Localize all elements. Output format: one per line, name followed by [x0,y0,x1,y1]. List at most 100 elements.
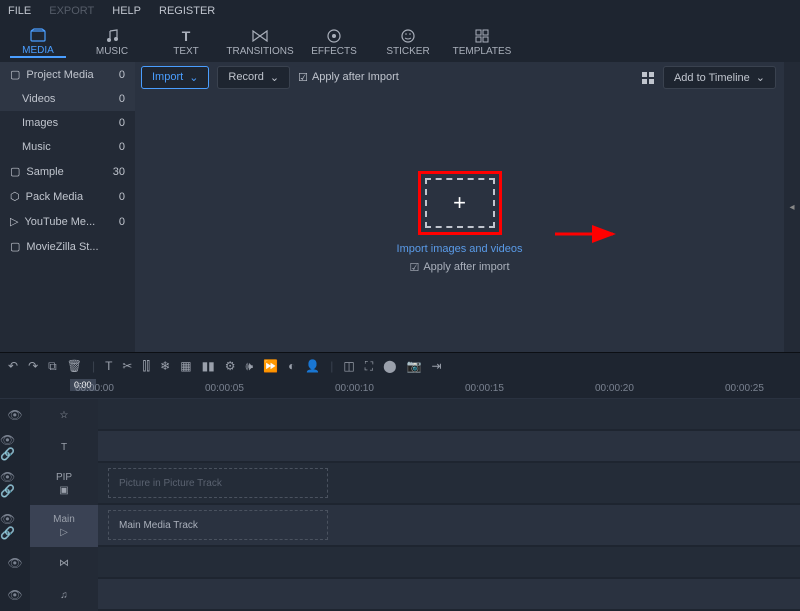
sidebar-item-moviezilla[interactable]: ▢MovieZilla St... [0,234,135,259]
track-labels-col: ☆ T PIP▣ Main▷ ⋈ ♫ [30,399,98,611]
volume-icon[interactable]: 🕪 [246,359,254,374]
menu-help[interactable]: HELP [112,5,141,17]
grid-view-icon[interactable] [641,71,655,85]
tab-text[interactable]: T TEXT [158,28,214,57]
sidebar-item-music[interactable]: Music 0 [0,135,135,159]
track-row-audio[interactable] [98,579,800,611]
pip-track-placeholder[interactable]: Picture in Picture Track [108,468,328,498]
track-label-audio[interactable]: ♫ [30,579,98,611]
folder-icon: ▢ [10,240,20,253]
text-icon: T [182,28,191,44]
track-label-text[interactable]: T [30,431,98,463]
track-link[interactable]: 👁 🔗 [0,505,30,547]
tab-label: EFFECTS [311,46,357,57]
track-row-main[interactable]: Main Media Track [98,505,800,547]
tab-label: TRANSITIONS [226,46,293,57]
effects-icon [327,28,341,44]
track-row-transition[interactable] [98,547,800,579]
tab-label: MUSIC [96,46,128,57]
zoom-icon[interactable]: ⛶ [365,359,373,374]
chevron-down-icon: ⌄ [189,71,198,84]
sidebar-item-pack-media[interactable]: ⬡Pack Media 0 [0,184,135,209]
apply-after-import-label[interactable]: ☑ Apply after import [409,261,509,274]
track-label-main[interactable]: Main▷ [30,505,98,547]
record-button[interactable]: Record⌄ [217,66,290,89]
camera-icon[interactable]: 📷 [407,359,422,373]
freeze-icon[interactable]: ❄ [160,359,170,373]
import-link[interactable]: Import images and videos [397,243,523,255]
speed-icon[interactable]: ⏩ [263,359,278,373]
main-track-placeholder[interactable]: Main Media Track [108,510,328,540]
tab-sticker[interactable]: STICKER [380,28,436,57]
color-icon[interactable]: ◐ [288,359,295,373]
tab-label: MEDIA [22,45,54,56]
chevron-down-icon: ⌄ [756,71,765,84]
import-add-button[interactable]: + [425,178,495,228]
person-icon[interactable]: 👤 [305,359,320,373]
track-eye[interactable]: 👁 [0,547,30,579]
sidebar-item-sample[interactable]: ▢Sample 30 [0,159,135,184]
tab-templates[interactable]: TEMPLATES [454,28,510,57]
timeline-ruler[interactable]: 0:00 00:00:00 00:00:05 00:00:10 00:00:15… [0,379,800,399]
mosaic-icon[interactable]: ▦ [180,359,191,373]
apply-after-import-toggle[interactable]: ☑ Apply after Import [298,71,399,84]
export-icon[interactable]: ⇥ [432,359,442,373]
folder-icon: ▢ [10,68,20,81]
menu-file[interactable]: FILE [8,5,31,17]
panel-collapse-handle[interactable]: ◂ [784,62,800,352]
sidebar-item-project-media[interactable]: ▢Project Media 0 [0,62,135,87]
import-button[interactable]: Import⌄ [141,66,209,89]
main-row: ▢Project Media 0 Videos 0 Images 0 Music… [0,62,800,352]
sidebar-item-videos[interactable]: Videos 0 [0,87,135,111]
track-label-star[interactable]: ☆ [30,399,98,431]
track-eye[interactable]: 👁 [0,579,30,611]
tab-music[interactable]: MUSIC [84,28,140,57]
redo-icon[interactable]: ↷ [28,359,38,373]
pip-icon: ▣ [59,485,68,496]
sticker-icon [401,28,415,44]
split-icon[interactable]: ⫿⫿ [142,359,150,374]
track-row-text[interactable] [98,431,800,463]
ruler-tick: 00:00:25 [725,383,764,394]
arrow-annotation [555,222,625,246]
track-visibility-col: 👁 👁 🔗 👁 🔗 👁 🔗 👁 👁 [0,399,30,611]
tab-bar: MEDIA MUSIC T TEXT TRANSITIONS EFFECTS S… [0,22,800,62]
count: 0 [119,69,125,81]
content-toolbar: Import⌄ Record⌄ ☑ Apply after Import Add… [135,62,784,92]
menu-register[interactable]: REGISTER [159,5,215,17]
media-sidebar: ▢Project Media 0 Videos 0 Images 0 Music… [0,62,135,352]
tab-media[interactable]: MEDIA [10,27,66,58]
track-link[interactable]: 👁 🔗 [0,431,30,463]
sidebar-item-images[interactable]: Images 0 [0,111,135,135]
crop-icon[interactable]: ◫ [343,359,354,373]
count: 0 [119,117,125,129]
count: 30 [113,166,125,178]
transitions-icon [252,28,268,44]
track-row-pip[interactable]: Picture in Picture Track [98,463,800,505]
record-icon[interactable]: ⬤ [383,359,396,373]
add-to-timeline-button[interactable]: Add to Timeline⌄ [663,66,776,89]
bars-icon[interactable]: ▮▮ [202,359,215,373]
track-label-pip[interactable]: PIP▣ [30,463,98,505]
track-row-effects[interactable] [98,399,800,431]
content-area: Import⌄ Record⌄ ☑ Apply after Import Add… [135,62,784,352]
settings-icon[interactable]: ⚙ [225,359,236,373]
ruler-tick: 00:00:00 [75,383,114,394]
track-link[interactable]: 👁 🔗 [0,463,30,505]
delete-icon[interactable]: 🗑 [67,359,82,373]
tab-label: STICKER [386,46,429,57]
track-label-transition[interactable]: ⋈ [30,547,98,579]
package-icon: ⬡ [10,190,20,203]
sidebar-item-youtube[interactable]: ▷YouTube Me... 0 [0,209,135,234]
tab-effects[interactable]: EFFECTS [306,28,362,57]
menu-export[interactable]: EXPORT [49,5,94,17]
text-tool-icon[interactable]: T [105,359,112,373]
cut-icon[interactable]: ✂ [122,359,132,373]
play-icon: ▷ [60,527,68,538]
music-icon [105,28,119,44]
copy-icon[interactable]: ⧉ [48,359,57,374]
tab-transitions[interactable]: TRANSITIONS [232,28,288,57]
count: 0 [119,93,125,105]
undo-icon[interactable]: ↶ [8,359,18,373]
track-eye[interactable]: 👁 [0,399,30,431]
